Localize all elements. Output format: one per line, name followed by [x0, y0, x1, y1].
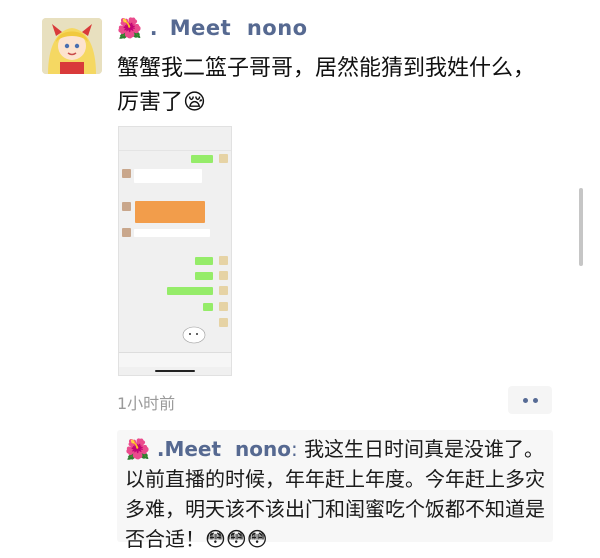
- image-avatar: [219, 271, 228, 280]
- dot: [522, 397, 528, 403]
- image-sticker: [182, 326, 206, 344]
- image-bubble: [134, 229, 210, 237]
- username-text: Meet nono: [169, 16, 308, 40]
- image-bubble: [134, 169, 202, 183]
- image-avatar: [219, 286, 228, 295]
- image-avatar: [219, 256, 228, 265]
- image-avatar: [122, 228, 131, 237]
- comment-author[interactable]: Meet nono: [164, 437, 290, 461]
- scrollbar[interactable]: [579, 188, 583, 266]
- image-bubble: [191, 155, 213, 163]
- post-image[interactable]: [118, 126, 232, 376]
- comment-separator: :: [290, 437, 305, 461]
- post-time: 1小时前: [117, 394, 176, 413]
- image-input-bar: [119, 352, 231, 367]
- username-prefix: 🌺 .: [117, 16, 158, 40]
- more-dots-icon[interactable]: [508, 386, 552, 414]
- image-home-indicator: [155, 370, 195, 372]
- image-chat-title: [119, 141, 231, 151]
- image-bubble: [195, 257, 213, 265]
- image-bubble: [167, 287, 213, 295]
- image-status-bar: [119, 127, 231, 141]
- image-avatar: [122, 202, 131, 211]
- comment-name-prefix: 🌺 .: [125, 437, 165, 461]
- image-bubble: [195, 272, 213, 280]
- post-text: 蟹蟹我二篮子哥哥，居然能猜到我姓什么，厉害了😪: [117, 56, 536, 115]
- avatar[interactable]: [42, 18, 102, 74]
- dot: [532, 397, 538, 403]
- image-bubble: [203, 303, 213, 311]
- image-avatar: [122, 169, 131, 178]
- post-username[interactable]: 🌺 . Meet nono: [117, 16, 308, 40]
- image-transfer-card: [135, 201, 205, 223]
- image-avatar: [219, 302, 228, 311]
- image-avatar: [219, 318, 228, 327]
- comment-item: 🌺 .Meet nono: 我这生日时间真是没谁了。以前直播的时候，年年赶上年度…: [125, 434, 551, 554]
- comment-box[interactable]: 🌺 .Meet nono: 我这生日时间真是没谁了。以前直播的时候，年年赶上年度…: [117, 430, 553, 551]
- image-avatar: [219, 154, 228, 163]
